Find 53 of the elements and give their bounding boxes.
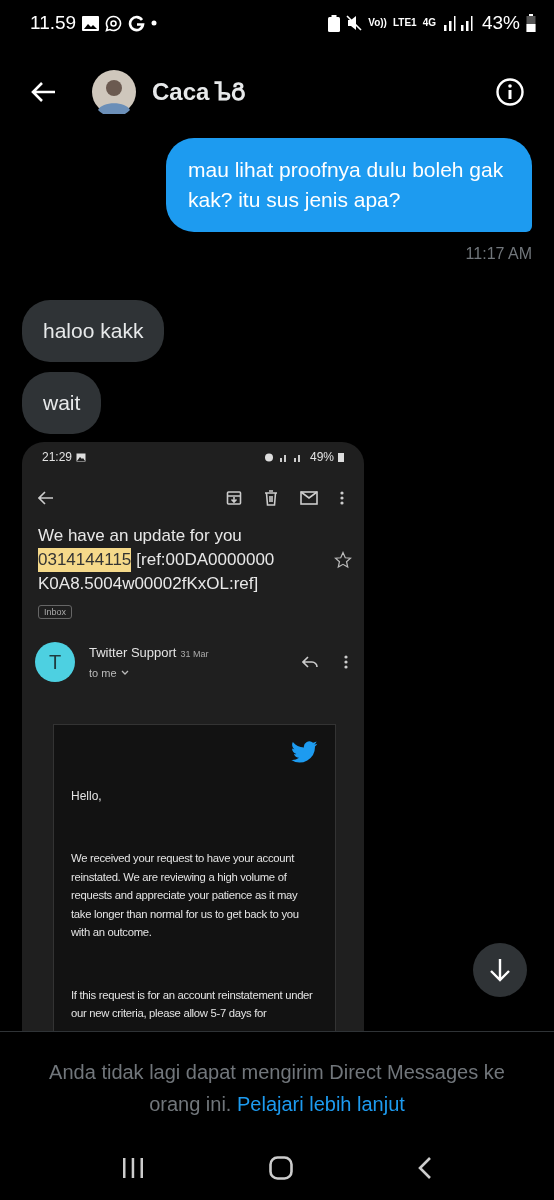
- network-label: Vo)): [368, 18, 387, 28]
- message-time: 11:17 AM: [465, 244, 532, 264]
- email-subject: We have an update for you: [38, 525, 243, 547]
- received-message-bubble: haloo kakk: [22, 300, 165, 362]
- battery-saver-icon: [328, 14, 341, 32]
- mute-icon: [346, 15, 363, 31]
- contact-name[interactable]: Caca ᲆᲒ: [152, 74, 247, 110]
- more-icon[interactable]: [340, 491, 344, 505]
- battery-percent: 49%: [309, 449, 334, 466]
- trash-icon[interactable]: [264, 490, 278, 506]
- archive-icon[interactable]: [226, 490, 242, 506]
- battery-icon: [526, 14, 536, 32]
- network-label: LTE1: [392, 18, 417, 28]
- battery-icon: [338, 452, 344, 462]
- sender-name: Twitter Support: [89, 644, 177, 662]
- signal-icon: [441, 15, 476, 31]
- back-icon[interactable]: [417, 1157, 432, 1179]
- recipient-text: to me: [89, 665, 117, 681]
- chat-bubble-icon: [105, 14, 123, 32]
- avatar[interactable]: [92, 70, 136, 114]
- sent-message-bubble: mau lihat proofnya dulu boleh gak kak? itu sus jenis apa?: [166, 138, 532, 232]
- inbox-label[interactable]: Inbox: [38, 605, 73, 619]
- received-message-bubble: wait: [22, 372, 102, 434]
- bird-icon: [291, 741, 318, 763]
- scroll-down-button[interactable]: [473, 943, 527, 997]
- g-logo-icon: [128, 14, 146, 32]
- email-paragraph: We received your request to have your account reinstated. We are reviewing a high volume of requests and appreciate your patience as it may take longer than normal for us to get back to you with an outcome.: [71, 851, 300, 940]
- chevron-down-icon[interactable]: [120, 669, 129, 676]
- dot-icon: [151, 20, 158, 26]
- email-paragraph: If this request is for an account reinstatement under our new criteria, please allow 5-7 days for: [71, 987, 314, 1021]
- network-label: 4G: [422, 18, 436, 28]
- home-icon[interactable]: [269, 1156, 293, 1180]
- arrow-down-icon: [489, 958, 511, 982]
- email-subject: K0A8.5004w00002fKxOL:ref]: [38, 573, 260, 595]
- reply-icon[interactable]: [302, 655, 318, 669]
- highlighted-number: 0314144115: [38, 548, 132, 572]
- status-time: 11.59: [30, 10, 77, 35]
- status-time: 21:29: [42, 449, 73, 466]
- email-greeting: Hello,: [71, 788, 103, 805]
- image-icon: [82, 15, 100, 31]
- star-icon[interactable]: [334, 551, 352, 569]
- mail-icon[interactable]: [300, 491, 318, 505]
- sender-avatar: T: [35, 642, 75, 682]
- notice-text: Anda tidak lagi dapat mengirim Direct Messages ke orang ini. Pelajari lebih lanjut: [48, 1060, 506, 1117]
- info-icon[interactable]: [496, 78, 524, 106]
- email-subject: [ref:00DA0000000: [136, 549, 275, 571]
- back-arrow-icon[interactable]: [38, 491, 54, 505]
- learn-more-link[interactable]: Pelajari lebih lanjut: [236, 1093, 405, 1115]
- image-icon: [76, 452, 87, 462]
- more-icon[interactable]: [344, 655, 348, 669]
- email-date: 31 Mar: [180, 648, 209, 661]
- battery-percent: 43%: [481, 10, 520, 35]
- recent-apps-icon[interactable]: [122, 1157, 145, 1179]
